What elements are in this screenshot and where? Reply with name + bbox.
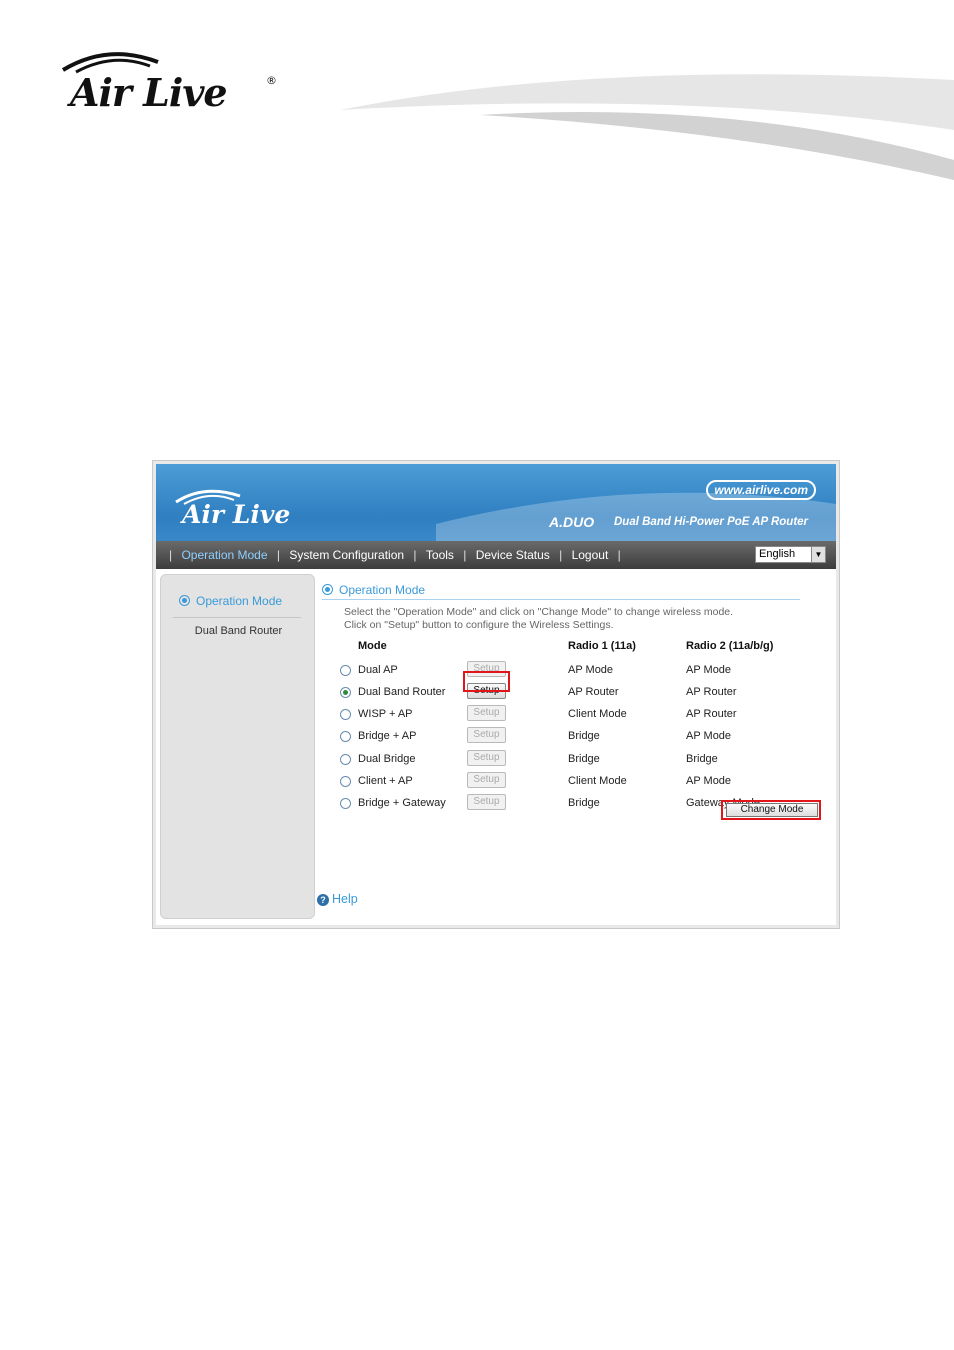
mode-row: Client + AP Setup Client Mode AP Mode <box>322 771 832 793</box>
language-value: English <box>759 548 796 560</box>
radio1-value: Client Mode <box>568 775 627 787</box>
main-content: Operation Mode Select the "Operation Mod… <box>317 574 832 919</box>
mode-label: Dual Band Router <box>358 686 446 698</box>
mode-row: Dual Bridge Setup Bridge Bridge <box>322 749 832 771</box>
description-line-1: Select the "Operation Mode" and click on… <box>344 606 734 618</box>
setup-button: Setup <box>467 727 506 743</box>
column-header-radio1: Radio 1 (11a) <box>568 640 636 652</box>
mode-radio[interactable] <box>340 798 351 809</box>
mode-radio[interactable] <box>340 754 351 765</box>
banner: www.airlive.com Air Live A.DUO Dual Band… <box>156 464 836 541</box>
mode-label: Bridge + Gateway <box>358 797 446 809</box>
bullet-icon <box>322 584 333 595</box>
logo-text: Air Live <box>70 70 228 115</box>
mode-label: Bridge + AP <box>358 730 417 742</box>
model-name: A.DUO <box>549 514 595 530</box>
setup-button: Setup <box>467 750 506 766</box>
help-icon: ? <box>317 894 329 906</box>
mode-row: WISP + AP Setup Client Mode AP Router <box>322 704 832 726</box>
help-link[interactable]: ? Help <box>317 892 358 906</box>
mode-radio[interactable] <box>340 665 351 676</box>
description-line-2: Click on "Setup" button to configure the… <box>344 619 614 631</box>
radio1-value: Bridge <box>568 730 600 742</box>
setup-highlight-box <box>463 671 510 692</box>
page-header: Air Live ® <box>0 0 954 200</box>
setup-button: Setup <box>467 772 506 788</box>
radio1-value: Bridge <box>568 753 600 765</box>
change-mode-button[interactable]: Change Mode <box>726 803 818 817</box>
nav-operation-mode[interactable]: Operation Mode <box>181 548 267 562</box>
brand-logo: Air Live <box>182 500 291 529</box>
sidebar: Operation Mode Dual Band Router <box>160 574 315 919</box>
nav-separator: | <box>617 548 621 562</box>
nav-device-status[interactable]: Device Status <box>476 548 550 562</box>
bullet-icon <box>179 595 190 606</box>
page-title-text: Operation Mode <box>339 583 426 597</box>
router-ui-screenshot: www.airlive.com Air Live A.DUO Dual Band… <box>152 460 840 929</box>
radio2-value: AP Router <box>686 686 737 698</box>
setup-button: Setup <box>467 794 506 810</box>
radio1-value: AP Mode <box>568 664 614 676</box>
chevron-down-icon[interactable]: ▼ <box>811 547 825 562</box>
top-navbar: | Operation Mode | System Configuration … <box>156 541 836 569</box>
mode-row: Dual AP Setup AP Mode AP Mode <box>322 660 832 682</box>
setup-button: Setup <box>467 705 506 721</box>
registered-mark: ® <box>266 74 277 87</box>
nav-system-configuration[interactable]: System Configuration <box>289 548 404 562</box>
radio2-value: AP Mode <box>686 664 732 676</box>
column-header-radio2: Radio 2 (11a/b/g) <box>686 640 774 652</box>
sidebar-item-dual-band-router[interactable]: Dual Band Router <box>161 625 316 637</box>
help-label: Help <box>332 892 358 906</box>
mode-radio[interactable] <box>340 687 351 698</box>
radio2-value: Bridge <box>686 753 718 765</box>
radio2-value: AP Router <box>686 708 737 720</box>
mode-row: Bridge + AP Setup Bridge AP Mode <box>322 726 832 748</box>
nav-separator: | <box>169 548 173 562</box>
radio2-value: AP Mode <box>686 775 732 787</box>
radio1-value: AP Router <box>568 686 619 698</box>
sidebar-item-operation-mode[interactable]: Operation Mode <box>179 594 282 608</box>
mode-label: WISP + AP <box>358 708 413 720</box>
description: Select the "Operation Mode" and click on… <box>344 606 733 632</box>
change-mode-highlight-box: Change Mode <box>721 800 821 820</box>
mode-radio[interactable] <box>340 709 351 720</box>
sidebar-heading-label: Operation Mode <box>196 594 283 608</box>
nav-separator: | <box>276 548 280 562</box>
airlive-logo: Air Live ® <box>58 48 288 118</box>
banner-wave-graphic <box>436 492 836 541</box>
nav-separator: | <box>559 548 563 562</box>
radio1-value: Client Mode <box>568 708 627 720</box>
nav-logout[interactable]: Logout <box>572 548 609 562</box>
sidebar-divider <box>173 617 301 618</box>
mode-radio[interactable] <box>340 776 351 787</box>
title-divider <box>322 599 800 600</box>
radio1-value: Bridge <box>568 797 600 809</box>
mode-label: Dual AP <box>358 664 398 676</box>
language-select[interactable]: English ▼ <box>755 546 826 563</box>
nav-tools[interactable]: Tools <box>426 548 454 562</box>
radio2-value: AP Mode <box>686 730 732 742</box>
product-tagline: Dual Band Hi-Power PoE AP Router <box>614 516 809 528</box>
mode-radio[interactable] <box>340 731 351 742</box>
mode-row: Dual Band Router Setup AP Router AP Rout… <box>322 682 832 704</box>
nav-separator: | <box>413 548 417 562</box>
column-header-mode: Mode <box>358 640 387 652</box>
header-swoosh-graphic <box>340 74 954 180</box>
website-link[interactable]: www.airlive.com <box>706 480 816 500</box>
nav-separator: | <box>463 548 467 562</box>
mode-label: Client + AP <box>358 775 413 787</box>
page-title: Operation Mode <box>322 583 425 597</box>
mode-label: Dual Bridge <box>358 753 416 765</box>
